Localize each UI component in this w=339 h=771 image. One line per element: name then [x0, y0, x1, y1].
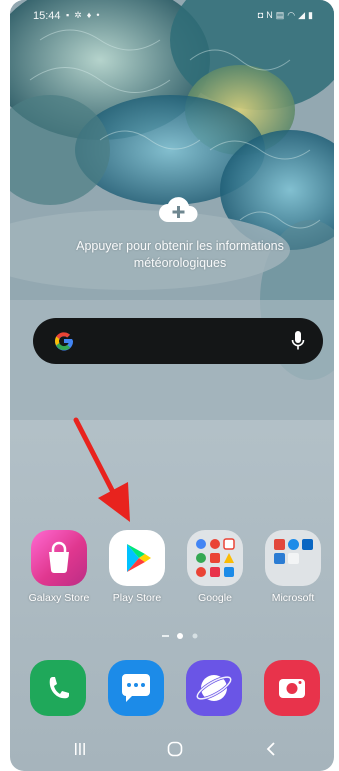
app-folder-microsoft[interactable]: Microsoft: [257, 530, 329, 604]
red-arrow-annotation: [73, 417, 130, 522]
planet-icon: [195, 675, 233, 701]
weather-prompt[interactable]: Appuyer pour obtenir les informations mé…: [50, 238, 310, 272]
chat-bubble-icon: [122, 674, 150, 702]
image-icon: ▪: [66, 10, 75, 20]
camera-icon: [279, 679, 305, 698]
app-play-store[interactable]: Play Store: [101, 530, 173, 604]
app-label: Galaxy Store: [28, 592, 90, 604]
app-label: Microsoft: [271, 592, 315, 604]
home-screen: 15:44 ▪✲♦• ◘N▤◠◢▮ Appuyer pour obtenir l…: [10, 0, 334, 771]
lte-icon: ▤: [275, 10, 288, 20]
app-galaxy-store[interactable]: Galaxy Store: [23, 530, 95, 604]
app-folder-google[interactable]: Google: [179, 530, 251, 604]
alarm-icon: ◘: [257, 10, 267, 20]
status-left-icons: ▪✲♦•: [66, 10, 105, 21]
google-search-bar[interactable]: [33, 318, 323, 364]
app-label: Play Store: [112, 592, 162, 604]
shopping-bag-icon: [31, 530, 87, 586]
cloud-plus-icon[interactable]: [158, 196, 200, 224]
battery-icon: ▮: [308, 10, 316, 20]
location-icon: ♦: [86, 10, 97, 20]
status-right-icons: ◘N▤◠◢▮: [258, 10, 316, 21]
app-messages[interactable]: [108, 660, 164, 716]
app-camera[interactable]: [264, 660, 320, 716]
navigation-bar: [10, 730, 334, 771]
microphone-icon[interactable]: [291, 330, 305, 352]
status-bar: 15:44 ▪✲♦• ◘N▤◠◢▮: [10, 0, 334, 28]
google-folder-icon: [187, 530, 243, 586]
google-g-icon: [54, 332, 74, 351]
back-icon[interactable]: [266, 741, 276, 757]
play-triangle-icon: [109, 530, 165, 586]
app-phone[interactable]: [30, 660, 86, 716]
nfc-icon: N: [266, 10, 276, 20]
home-icon[interactable]: [167, 741, 183, 757]
page-indicator: [162, 633, 198, 639]
app-label: Google: [198, 592, 232, 604]
recents-icon[interactable]: [73, 742, 87, 756]
phone-icon: [49, 676, 70, 699]
status-time: 15:44: [33, 10, 61, 22]
app-internet[interactable]: [186, 660, 242, 716]
settings-icon: ✲: [74, 10, 87, 20]
wifi-icon: ◠: [287, 10, 299, 20]
signal-icon: ◢: [298, 10, 309, 20]
microsoft-folder-icon: [265, 530, 321, 586]
dot-icon: •: [96, 10, 105, 20]
